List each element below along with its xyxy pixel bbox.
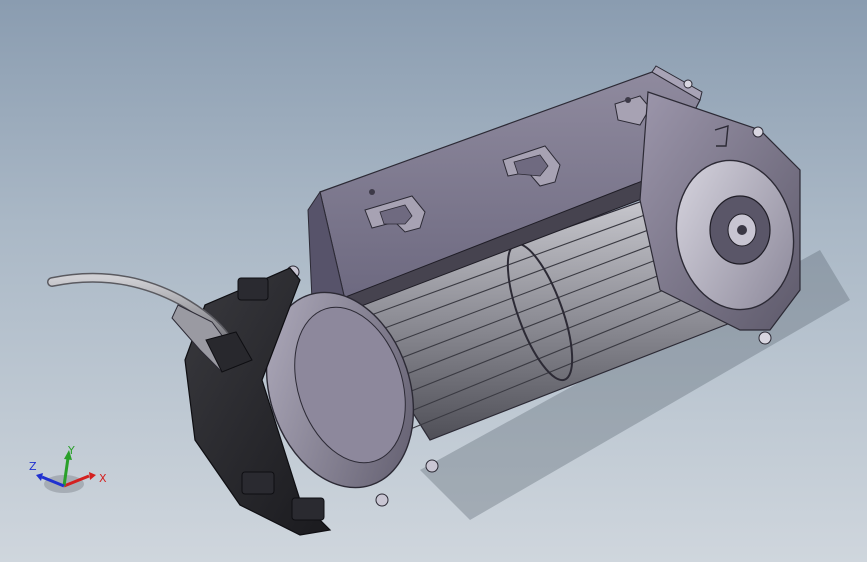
flange-bolt [425,459,439,473]
orientation-triad: X Y Z [29,446,107,493]
flange-bolt [375,493,389,507]
fan-assembly-model[interactable] [0,0,867,562]
z-axis-arrowhead [36,473,43,481]
shaft-end [737,225,747,235]
rivet [369,189,375,195]
mounting-tab [683,79,693,89]
x-axis-arrowhead [89,472,96,480]
motor-mount-block [241,471,275,495]
motor-mount-block [291,497,325,521]
y-axis-label: Y [67,446,75,457]
mounting-tab [752,126,764,138]
x-axis-label: X [99,472,107,485]
z-axis-label: Z [29,460,37,473]
rivet [625,97,631,103]
motor-mount-block [237,277,269,301]
mounting-tab [758,331,772,345]
graphics-viewport[interactable]: X Y Z [0,0,867,562]
